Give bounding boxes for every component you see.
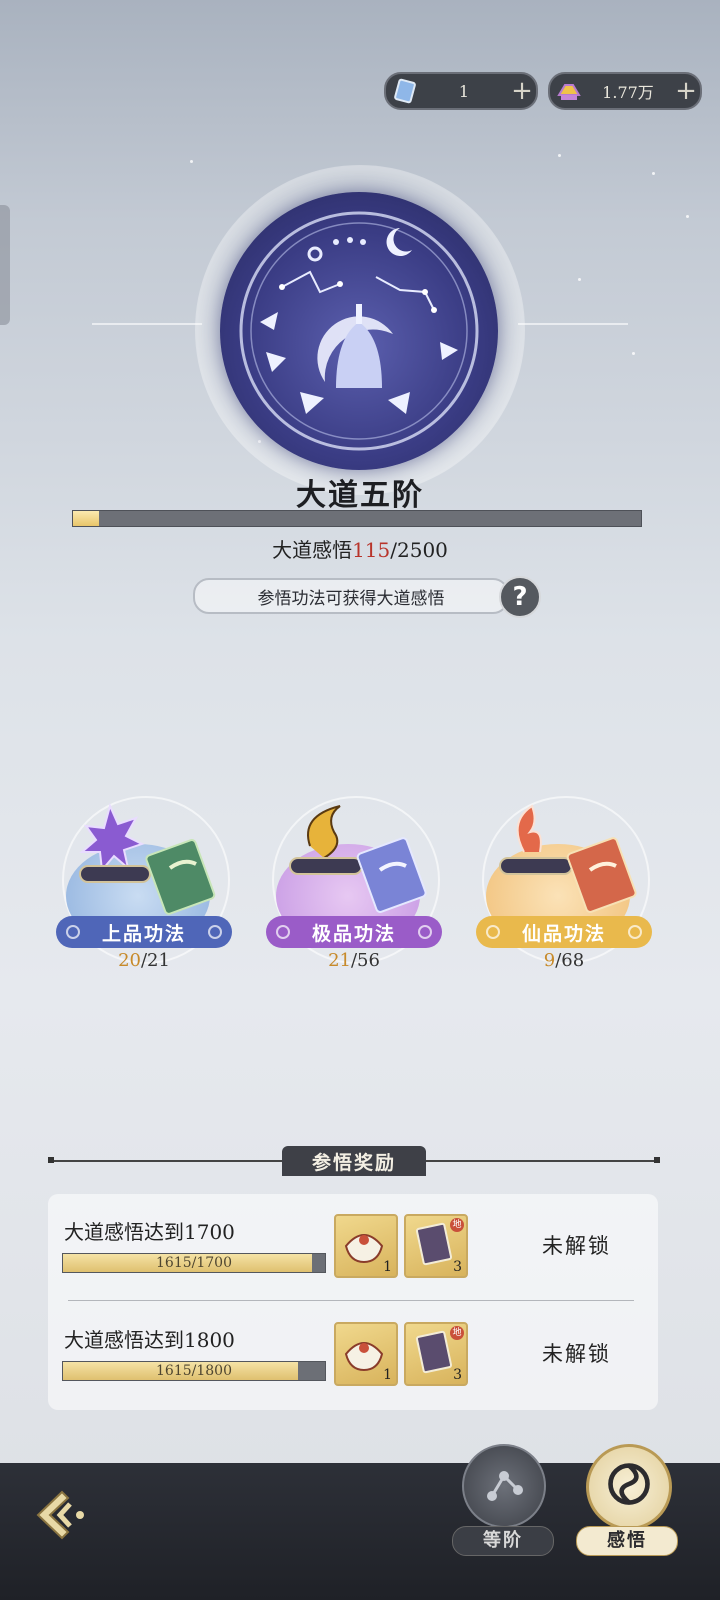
tab-insight[interactable]: 感悟: [576, 1440, 678, 1556]
technique-label: 仙品功法: [521, 922, 606, 945]
technique-label: 上品功法: [101, 922, 186, 945]
divider-left: [92, 323, 202, 325]
pill-dot-left: [66, 925, 80, 939]
ticket-count: 1: [458, 81, 470, 101]
reward-row: 大道感悟达到1800 1615/1800 1 地 3 未解锁: [48, 1302, 658, 1410]
currency-ticket: 1 +: [384, 72, 538, 110]
technique-count: 20/21: [56, 950, 232, 971]
pill-dot-right: [628, 925, 642, 939]
pill-dot-left: [486, 925, 500, 939]
reward-item[interactable]: 1: [334, 1322, 398, 1386]
rewards-panel: 大道感悟达到1700 1615/1700 1 地 3 未解锁 大道感悟达到180…: [48, 1194, 658, 1410]
swirl-icon: [586, 1444, 672, 1530]
insight-current: 115: [352, 538, 391, 562]
reward-progress-bar: 1615/1800: [62, 1361, 326, 1381]
technique-count: 9/68: [476, 950, 652, 971]
reward-qty: 1: [383, 1259, 392, 1275]
tab-rank-label: 等阶: [452, 1526, 554, 1556]
section-line-right: [426, 1160, 654, 1162]
reward-qty: 3: [453, 1367, 462, 1383]
insight-label: 大道感悟: [272, 538, 353, 562]
question-icon: ?: [512, 582, 528, 612]
reward-item[interactable]: 地 3: [404, 1214, 468, 1278]
spell-scroll-icon: [499, 804, 637, 913]
grade-tag: 地: [450, 1326, 464, 1340]
technique-got: 20: [118, 950, 141, 971]
dao-rank-emblem: [220, 192, 498, 470]
technique-total: /68: [555, 950, 585, 971]
rank-progress-bar: [72, 510, 642, 527]
technique-label: 极品功法: [311, 922, 396, 945]
technique-pill: 极品功法: [266, 916, 442, 948]
add-gold-button[interactable]: +: [672, 78, 700, 104]
reward-item[interactable]: 1: [334, 1214, 398, 1278]
row-divider: [68, 1300, 634, 1301]
technique-got: 21: [328, 950, 351, 971]
grade-tag: 地: [450, 1218, 464, 1232]
insight-total: /2500: [390, 538, 448, 562]
reward-qty: 1: [383, 1367, 392, 1383]
spell-scroll-icon: [79, 803, 216, 915]
gold-amount: 1.77万: [602, 83, 654, 102]
side-drawer-handle[interactable]: [0, 205, 10, 325]
reward-progress-bar: 1615/1700: [62, 1253, 326, 1273]
technique-total: /56: [350, 950, 380, 971]
section-dot-right: [654, 1157, 660, 1163]
rank-title: 大道五阶: [296, 478, 424, 513]
pill-dot-right: [418, 925, 432, 939]
constellation-icon: [462, 1444, 546, 1528]
spell-scroll-icon: [289, 805, 427, 913]
reward-status: 未解锁: [542, 1234, 611, 1258]
scroll-ticket-icon: [390, 76, 420, 106]
reward-row: 大道感悟达到1700 1615/1700 1 地 3 未解锁: [48, 1194, 658, 1302]
technique-total: /21: [140, 950, 170, 971]
back-button[interactable]: [30, 1484, 92, 1546]
technique-got: 9: [543, 950, 556, 971]
tab-rank[interactable]: 等阶: [452, 1440, 554, 1556]
back-arrow-icon: [36, 1490, 84, 1540]
tab-insight-label: 感悟: [576, 1526, 678, 1556]
reward-item[interactable]: 地 3: [404, 1322, 468, 1386]
reward-progress-text: 1615/1800: [156, 1363, 232, 1379]
divider-right: [518, 323, 628, 325]
technique-pill: 仙品功法: [476, 916, 652, 948]
reward-status: 未解锁: [542, 1342, 611, 1366]
insight-hint: 参悟功法可获得大道感悟: [193, 578, 509, 614]
technique-pill: 上品功法: [56, 916, 232, 948]
section-line-left: [54, 1160, 282, 1162]
reward-requirement: 大道感悟达到1800: [64, 1328, 235, 1352]
reward-requirement: 大道感悟达到1700: [64, 1220, 235, 1244]
gold-ingot-icon: [554, 76, 584, 106]
reward-qty: 3: [453, 1259, 462, 1275]
pill-dot-left: [276, 925, 290, 939]
technique-count: 21/56: [266, 950, 442, 971]
pill-dot-right: [208, 925, 222, 939]
reward-progress-text: 1615/1700: [156, 1255, 232, 1271]
currency-gold: 1.77万 +: [548, 72, 702, 110]
insight-counter: 大道感悟115/2500: [0, 534, 720, 563]
rewards-title: 参悟奖励: [282, 1146, 426, 1176]
help-button[interactable]: ?: [499, 576, 541, 618]
add-ticket-button[interactable]: +: [508, 78, 536, 104]
rank-progress-fill: [73, 511, 100, 526]
